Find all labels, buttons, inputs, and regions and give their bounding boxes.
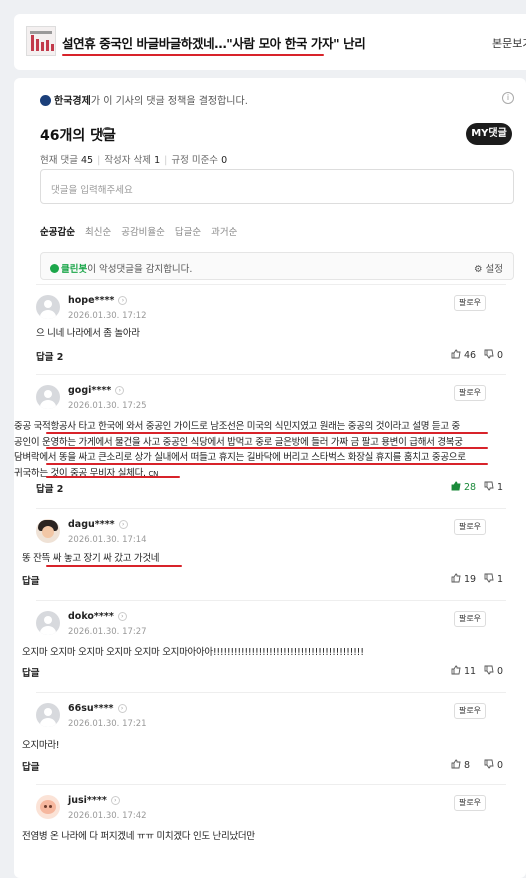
chevron-right-icon: › [115,386,125,395]
text-underline [46,432,488,434]
dislike-button[interactable]: 1 [484,481,503,493]
comment-date: 2026.01.30. 17:12 [68,311,147,321]
comment-item: doko**** › 2026.01.30. 17:27 팔로우 오지마 오지마 … [22,600,506,692]
thumbs-up-icon [451,349,461,359]
article-thumbnail [26,26,56,56]
like-button[interactable]: 8 [451,759,470,771]
tab-sort-sympathy[interactable]: 순공감순 [40,227,75,238]
tab-sort-latest[interactable]: 최신순 [85,227,111,238]
comment-item: 66su**** › 2026.01.30. 17:21 팔로우 오지마라! 답글… [22,692,506,784]
chevron-right-icon: › [117,612,127,621]
comment-text: 전염병 온 나라에 다 퍼지겠네 ㅠㅠ 미치겠다 인도 난리났더만 [22,831,255,842]
thumbs-down-icon [484,665,494,675]
text-underline [46,476,180,478]
thumbs-up-icon [451,759,461,769]
avatar[interactable] [36,295,60,319]
comment-stats: 현재 댓글 45 | 작성자 삭제 1 | 규정 미준수 0 [40,155,228,166]
comment-item: hope**** › 2026.01.30. 17:12 팔로우 으 니네 나라에… [36,284,506,374]
text-underline [46,463,488,465]
comment-nickname[interactable]: dagu**** › [68,519,128,530]
reply-button[interactable]: 답글 [22,759,39,773]
text-underline [46,447,488,449]
follow-button[interactable]: 팔로우 [454,385,486,401]
article-header[interactable]: 설연휴 중국인 바글바글하겠네…"사람 모아 한국 가자" 난리 본문보기 [14,14,526,70]
chevron-right-icon: › [117,704,127,713]
avatar[interactable] [36,795,60,819]
avatar[interactable] [36,519,60,543]
dislike-button[interactable]: 0 [484,349,503,361]
chevron-right-icon: › [118,296,128,305]
follow-button[interactable]: 팔로우 [454,519,486,535]
follow-button[interactable]: 팔로우 [454,795,486,811]
my-comments-button[interactable]: MY댓글 [466,123,512,145]
cleanbot-setting-button[interactable]: ⚙ 설정 [474,261,503,275]
like-button[interactable]: 28 [451,481,476,493]
comment-text: 중공 국적항공사 타고 한국에 와서 중공인 가이드로 남조선은 미국의 식민지… [14,421,466,479]
comment-input[interactable]: 댓글을 입력해주세요 [40,169,514,204]
comment-text: 오지마 오지마 오지마 오지마 오지마 오지마아아아!!!!!!!!!!!!!!… [22,647,364,658]
like-button[interactable]: 19 [451,573,476,585]
like-button[interactable]: 11 [451,665,476,677]
tab-sort-oldest[interactable]: 과거순 [211,227,237,238]
chevron-right-icon: › [110,796,120,805]
comment-text: 오지마라! [22,740,60,751]
comment-item: gogi**** › 2026.01.30. 17:25 팔로우 중공 국적항공사… [14,374,506,508]
thumbs-down-icon [484,481,494,491]
comment-nickname[interactable]: jusi**** › [68,795,120,806]
thumbs-up-icon [451,573,461,583]
reply-button[interactable]: 답글 [22,665,39,679]
cleanbot-bar: 클린봇이 악성댓글을 감지합니다. ⚙ 설정 [40,252,514,280]
text-underline [46,565,182,567]
comment-nickname[interactable]: hope**** › [68,295,128,306]
thumbs-up-icon [451,481,461,491]
sort-tabs: 순공감순 최신순 공감비율순 답글순 과거순 [40,224,247,238]
avatar[interactable] [36,611,60,635]
thumbs-down-icon [484,573,494,583]
read-body-link[interactable]: 본문보기 [492,35,526,51]
comment-policy: 한국경제가 이 기사의 댓글 정책을 결정합니다. [40,92,248,107]
follow-button[interactable]: 팔로우 [454,295,486,311]
thumbs-down-icon [484,349,494,359]
cleanbot-text: 이 악성댓글을 감지합니다. [87,264,193,275]
like-button[interactable]: 46 [451,349,476,361]
comment-date: 2026.01.30. 17:25 [68,401,147,411]
policy-text: 가 이 기사의 댓글 정책을 결정합니다. [90,96,248,107]
dislike-button[interactable]: 0 [484,665,503,677]
thumbs-down-icon [484,759,494,769]
thumbs-up-icon [451,665,461,675]
dislike-button[interactable]: 1 [484,573,503,585]
comment-date: 2026.01.30. 17:27 [68,627,147,637]
info-icon[interactable]: i [502,92,514,104]
comment-nickname[interactable]: doko**** › [68,611,127,622]
comment-date: 2026.01.30. 17:42 [68,811,147,821]
reply-button[interactable]: 답글 [22,573,39,587]
article-title[interactable]: 설연휴 중국인 바글바글하겠네…"사람 모아 한국 가자" 난리 [62,33,366,52]
refresh-icon[interactable] [102,127,113,138]
comment-nickname[interactable]: 66su**** › [68,703,127,714]
tab-sort-ratio[interactable]: 공감비율순 [121,227,165,238]
cleanbot-name: 클린봇 [61,264,88,275]
comment-date: 2026.01.30. 17:14 [68,535,147,545]
chevron-right-icon: › [118,520,128,529]
comment-nickname[interactable]: gogi**** › [68,385,125,396]
reply-button[interactable]: 답글 2 [36,349,63,363]
comment-item: dagu**** › 2026.01.30. 17:14 팔로우 똥 잔뜩 싸 놓… [22,508,506,600]
publisher-logo-icon [40,95,51,106]
comment-text: 으 니네 나라에서 좀 놀아라 [36,328,140,339]
avatar[interactable] [36,385,60,409]
publisher-name[interactable]: 한국경제 [54,96,91,107]
follow-button[interactable]: 팔로우 [454,703,486,719]
comment-date: 2026.01.30. 17:21 [68,719,147,729]
dislike-button[interactable]: 0 [484,759,503,771]
avatar[interactable] [36,703,60,727]
cleanbot-icon [50,264,59,273]
title-underline [62,54,324,56]
follow-button[interactable]: 팔로우 [454,611,486,627]
comment-item: jusi**** › 2026.01.30. 17:42 팔로우 전염병 온 나라… [22,784,506,846]
tab-sort-replies[interactable]: 답글순 [175,227,201,238]
reply-button[interactable]: 답글 2 [36,481,63,495]
